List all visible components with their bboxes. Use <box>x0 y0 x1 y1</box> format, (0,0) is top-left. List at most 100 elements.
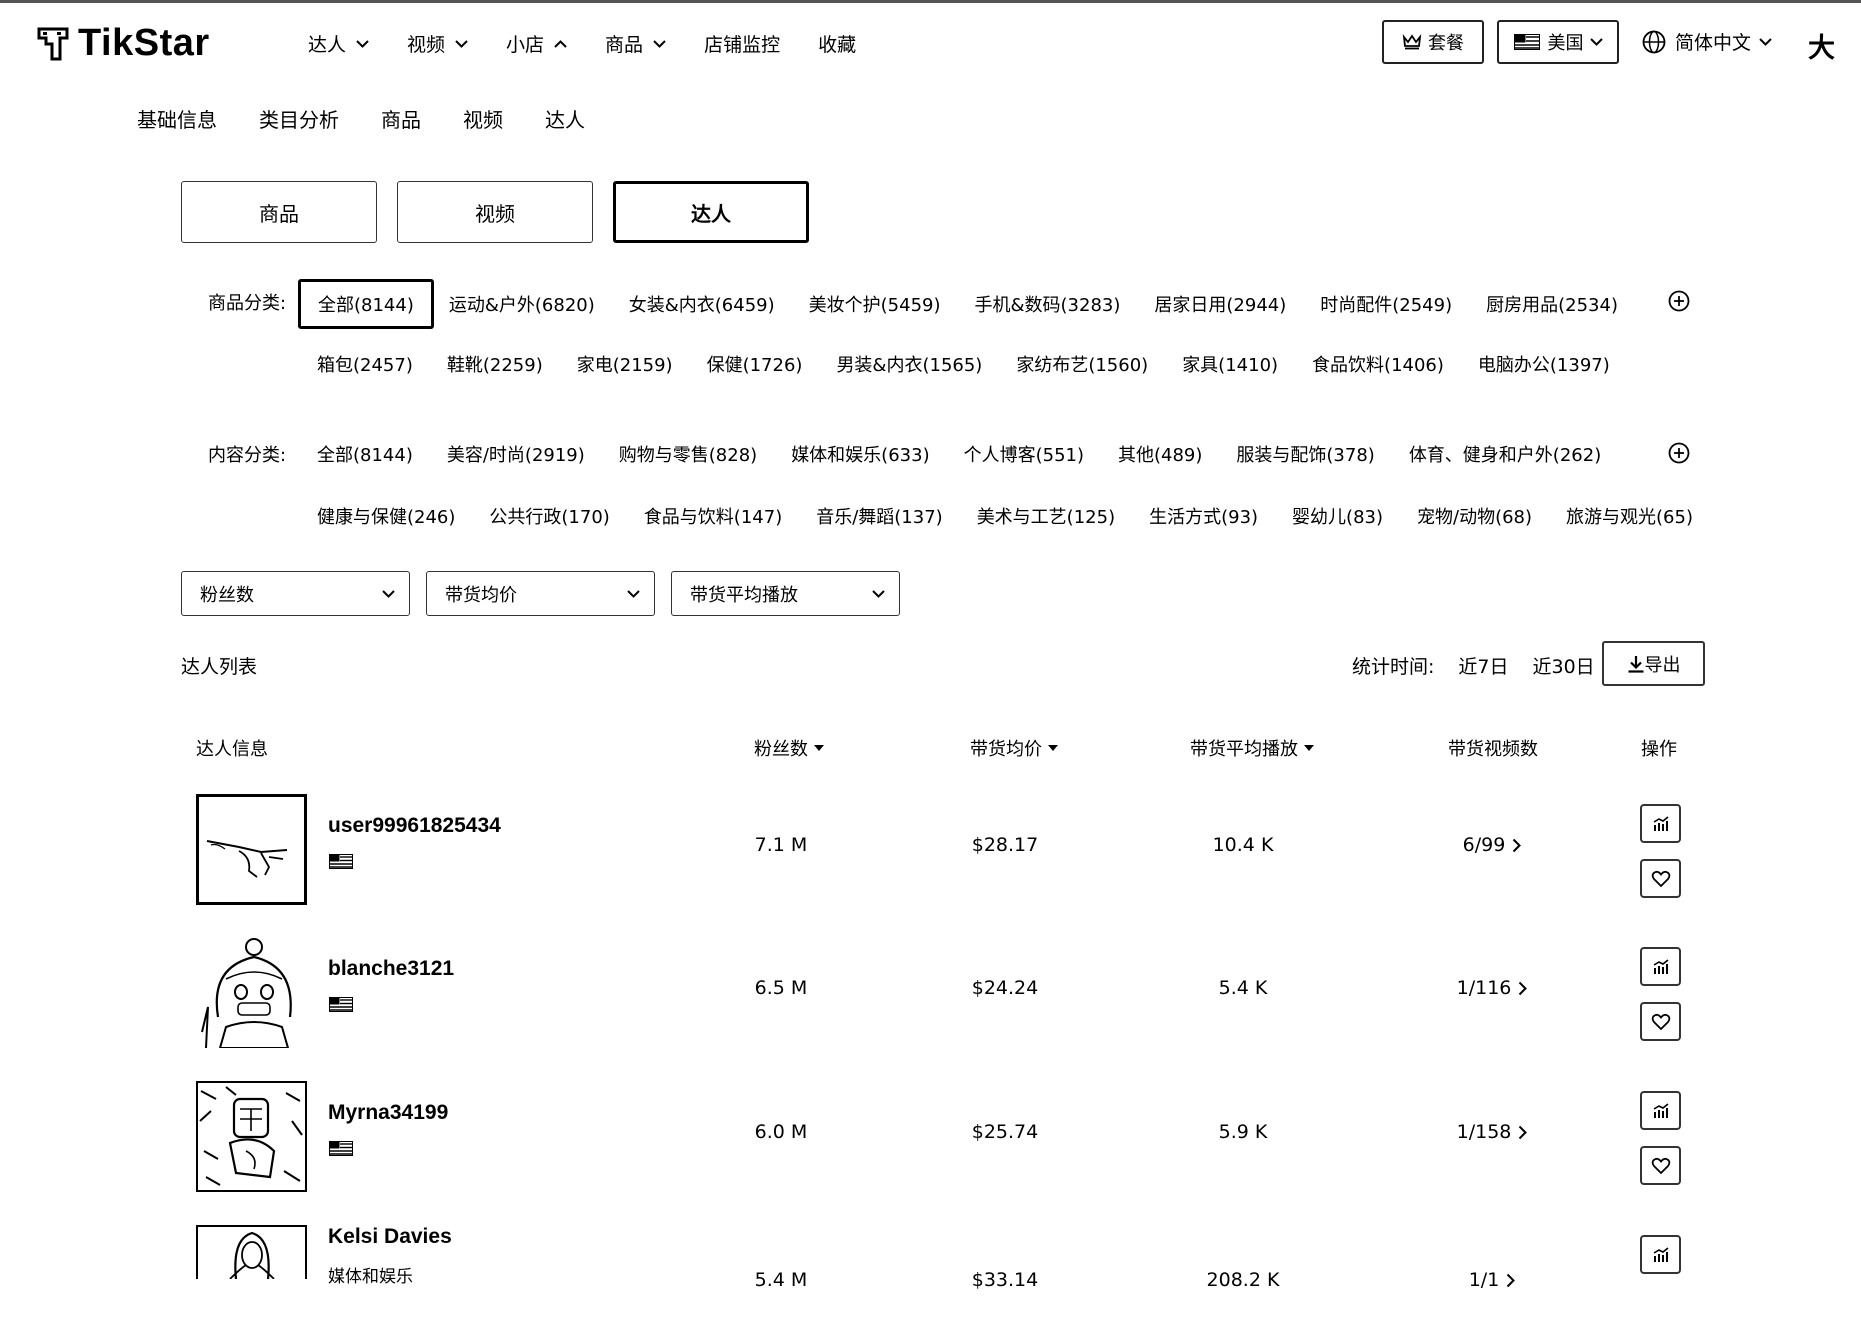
font-size-toggle[interactable]: 大 <box>1808 26 1835 65</box>
brand-logo[interactable]: TikStar <box>36 22 210 65</box>
content-chip[interactable]: 其他(489) <box>1118 431 1202 477</box>
table-row[interactable]: Kelsi Davies 媒体和娱乐 5.4 M $33.14 208.2 K … <box>196 1225 1696 1338</box>
nav-label: 商品 <box>605 34 644 56</box>
range-7d[interactable]: 近7日 <box>1458 652 1508 679</box>
col-followers[interactable]: 粉丝数 <box>754 735 824 761</box>
talent-name[interactable]: user99961825434 <box>328 814 501 838</box>
product-chip[interactable]: 电脑办公(1397) <box>1478 341 1610 387</box>
trend-chart-icon <box>1653 815 1668 831</box>
nav-shop[interactable]: 小店 <box>506 30 567 57</box>
content-chip[interactable]: 生活方式(93) <box>1149 493 1258 539</box>
trend-chart-button[interactable] <box>1640 804 1681 843</box>
product-chip[interactable]: 男装&内衣(1565) <box>836 341 982 387</box>
product-chip[interactable]: 家电(2159) <box>577 341 673 387</box>
talent-name[interactable]: blanche3121 <box>328 957 454 981</box>
content-chip[interactable]: 健康与保健(246) <box>317 493 455 539</box>
col-header: 带货视频数 <box>1448 739 1538 760</box>
content-chip[interactable]: 美术与工艺(125) <box>977 493 1115 539</box>
content-chip[interactable]: 个人博客(551) <box>964 431 1084 477</box>
content-chip[interactable]: 婴幼儿(83) <box>1292 493 1383 539</box>
content-chip[interactable]: 旅游与观光(65) <box>1566 493 1693 539</box>
video-count-link[interactable]: 1/116 <box>1417 977 1567 999</box>
nav-talent[interactable]: 达人 <box>308 30 369 57</box>
content-chip[interactable]: 音乐/舞蹈(137) <box>816 493 942 539</box>
subnav-category-analysis[interactable]: 类目分析 <box>259 104 339 133</box>
trend-chart-button[interactable] <box>1640 1091 1681 1130</box>
product-chip[interactable]: 运动&户外(6820) <box>449 281 595 327</box>
tab-videos[interactable]: 视频 <box>397 181 593 243</box>
avatar[interactable] <box>196 937 307 1048</box>
product-chip[interactable]: 手机&数码(3283) <box>975 281 1121 327</box>
favorite-button[interactable] <box>1640 859 1681 898</box>
col-video-count: 带货视频数 <box>1448 735 1538 761</box>
chevron-down-icon <box>455 39 468 48</box>
trend-chart-button[interactable] <box>1640 947 1681 986</box>
product-chip[interactable]: 女装&内衣(6459) <box>629 281 775 327</box>
product-chip[interactable]: 厨房用品(2534) <box>1486 281 1618 327</box>
nav-video[interactable]: 视频 <box>407 30 468 57</box>
video-count-value: 6/99 <box>1462 834 1506 856</box>
content-chip[interactable]: 购物与零售(828) <box>619 431 757 477</box>
content-category-label: 内容分类: <box>208 445 287 466</box>
content-chip[interactable]: 全部(8144) <box>317 431 413 477</box>
content-chip[interactable]: 体育、健身和户外(262) <box>1409 431 1601 477</box>
avg-price-dropdown[interactable]: 带货均价 <box>426 571 655 616</box>
product-chip[interactable]: 家具(1410) <box>1182 341 1278 387</box>
video-count-link[interactable]: 6/99 <box>1417 834 1567 856</box>
product-chip[interactable]: 全部(8144) <box>298 279 434 329</box>
avg-views-dropdown[interactable]: 带货平均播放 <box>671 571 900 616</box>
table-row[interactable]: blanche3121 6.5 M $24.24 5.4 K 1/116 <box>196 937 1696 1050</box>
country-selector[interactable]: 美国 <box>1497 20 1619 64</box>
video-count-link[interactable]: 1/1 <box>1417 1269 1567 1291</box>
subnav-products[interactable]: 商品 <box>381 104 421 133</box>
avatar[interactable] <box>196 1225 307 1279</box>
content-chip[interactable]: 媒体和娱乐(633) <box>791 431 929 477</box>
tab-products[interactable]: 商品 <box>181 181 377 243</box>
content-category-row-2: 健康与保健(246) 公共行政(170) 食品与饮料(147) 音乐/舞蹈(13… <box>317 493 1727 539</box>
range-30d[interactable]: 近30日 <box>1533 652 1595 679</box>
talent-name[interactable]: Kelsi Davies <box>328 1225 452 1249</box>
export-button[interactable]: 导出 <box>1602 641 1705 686</box>
content-chip[interactable]: 宠物/动物(68) <box>1417 493 1532 539</box>
country-label: 美国 <box>1547 33 1584 54</box>
avatar[interactable] <box>196 794 307 905</box>
content-chip[interactable]: 食品与饮料(147) <box>644 493 782 539</box>
avatar[interactable] <box>196 1081 307 1192</box>
expand-plus-icon[interactable] <box>1668 442 1690 464</box>
chevron-down-icon <box>627 589 640 598</box>
content-chip[interactable]: 服装与配饰(378) <box>1236 431 1374 477</box>
content-chip[interactable]: 美容/时尚(2919) <box>447 431 585 477</box>
nav-label: 小店 <box>506 34 545 56</box>
product-chip[interactable]: 保健(1726) <box>707 341 803 387</box>
trend-chart-button[interactable] <box>1640 1235 1681 1274</box>
nav-product[interactable]: 商品 <box>605 30 666 57</box>
table-row[interactable]: Myrna34199 6.0 M $25.74 5.9 K 1/158 <box>196 1081 1696 1194</box>
nav-favorites[interactable]: 收藏 <box>818 30 856 57</box>
video-count-link[interactable]: 1/158 <box>1417 1121 1567 1143</box>
col-avg-price[interactable]: 带货均价 <box>970 735 1058 761</box>
talent-name[interactable]: Myrna34199 <box>328 1101 448 1125</box>
followers-dropdown[interactable]: 粉丝数 <box>181 571 410 616</box>
product-chip[interactable]: 食品饮料(1406) <box>1312 341 1444 387</box>
expand-plus-icon[interactable] <box>1668 290 1690 312</box>
product-chip[interactable]: 居家日用(2944) <box>1154 281 1286 327</box>
product-chip[interactable]: 美妆个护(5459) <box>809 281 941 327</box>
col-avg-views[interactable]: 带货平均播放 <box>1190 735 1314 761</box>
table-row[interactable]: user99961825434 7.1 M $28.17 10.4 K 6/99 <box>196 794 1696 907</box>
subnav-videos[interactable]: 视频 <box>463 104 503 133</box>
product-chip[interactable]: 鞋靴(2259) <box>447 341 543 387</box>
plan-button[interactable]: 套餐 <box>1382 20 1484 64</box>
tab-talents[interactable]: 达人 <box>613 181 809 243</box>
avatar-image <box>196 1225 307 1279</box>
nav-store-monitor[interactable]: 店铺监控 <box>704 30 780 57</box>
product-chip[interactable]: 家纺布艺(1560) <box>1016 341 1148 387</box>
content-chip[interactable]: 公共行政(170) <box>489 493 609 539</box>
product-chip[interactable]: 时尚配件(2549) <box>1320 281 1452 327</box>
us-flag-icon <box>329 1141 353 1156</box>
subnav-talents[interactable]: 达人 <box>545 104 585 133</box>
favorite-button[interactable] <box>1640 1146 1681 1185</box>
subnav-basic-info[interactable]: 基础信息 <box>137 104 217 133</box>
language-selector[interactable]: 简体中文 <box>1642 28 1772 55</box>
favorite-button[interactable] <box>1640 1002 1681 1041</box>
product-chip[interactable]: 箱包(2457) <box>317 341 413 387</box>
